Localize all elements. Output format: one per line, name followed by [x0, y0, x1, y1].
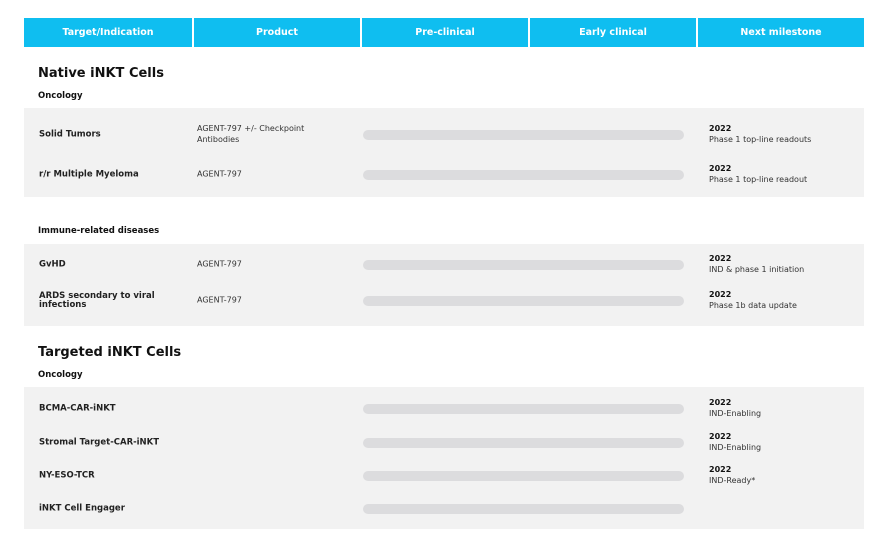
- row-target: Stromal Target-CAR-iNKT: [39, 437, 160, 448]
- row-milestone: 2022 Phase 1 top-line readout: [709, 164, 859, 186]
- row-product: AGENT-797: [197, 259, 242, 269]
- pipeline-row: r/r Multiple Myeloma AGENT-797 2022 Phas…: [24, 160, 864, 190]
- milestone-text: IND-Ready*: [709, 476, 756, 485]
- row-milestone: 2022 IND-Ready*: [709, 465, 859, 487]
- row-product: AGENT-797: [197, 295, 242, 305]
- row-target: ARDS secondary to viral infections: [39, 291, 155, 310]
- milestone-year: 2022: [709, 432, 732, 442]
- group-label-oncology: Oncology: [38, 91, 83, 101]
- group-label-oncology: Oncology: [38, 370, 83, 380]
- row-product: AGENT-797 +/- Checkpoint Antibodies: [197, 124, 305, 144]
- milestone-text: Phase 1b data update: [709, 301, 797, 310]
- milestone-text: Phase 1 top-line readouts: [709, 135, 812, 144]
- milestone-text: IND-Enabling: [709, 409, 762, 418]
- milestone-year: 2022: [709, 398, 732, 408]
- row-target: iNKT Cell Engager: [39, 503, 125, 514]
- pipeline-row: iNKT Cell Engager: [24, 494, 864, 524]
- row-milestone: 2022 IND-Enabling: [709, 432, 859, 454]
- row-product: AGENT-797: [197, 169, 242, 179]
- row-target: GvHD: [39, 259, 66, 270]
- table-header: Target/Indication Product Pre-clinical E…: [24, 18, 864, 47]
- milestone-year: 2022: [709, 290, 732, 300]
- pipeline-row: NY-ESO-TCR 2022 IND-Ready*: [24, 461, 864, 491]
- pipeline-row: Solid Tumors AGENT-797 +/- Checkpoint An…: [24, 120, 864, 150]
- header-target-indication: Target/Indication: [24, 18, 192, 47]
- row-milestone: 2022 Phase 1b data update: [709, 290, 859, 312]
- header-next-milestone: Next milestone: [696, 18, 864, 47]
- row-milestone: 2022 IND-Enabling: [709, 398, 859, 420]
- progress-bar: [363, 404, 684, 414]
- progress-bar: [363, 260, 684, 270]
- header-early-clinical: Early clinical: [528, 18, 696, 47]
- milestone-text: Phase 1 top-line readout: [709, 175, 808, 184]
- pipeline-row: BCMA-CAR-iNKT 2022 IND-Enabling: [24, 394, 864, 424]
- milestone-year: 2022: [709, 124, 732, 134]
- milestone-year: 2022: [709, 254, 732, 264]
- progress-bar: [363, 130, 684, 140]
- row-milestone: 2022 Phase 1 top-line readouts: [709, 124, 859, 146]
- milestone-year: 2022: [709, 465, 732, 475]
- milestone-year: 2022: [709, 164, 732, 174]
- row-target: NY-ESO-TCR: [39, 470, 95, 481]
- progress-bar: [363, 438, 684, 448]
- progress-bar: [363, 471, 684, 481]
- pipeline-row: GvHD AGENT-797 2022 IND & phase 1 initia…: [24, 250, 864, 280]
- section-title-targeted: Targeted iNKT Cells: [38, 345, 182, 360]
- section-title-native: Native iNKT Cells: [38, 66, 164, 81]
- milestone-text: IND & phase 1 initiation: [709, 265, 805, 274]
- progress-bar: [363, 170, 684, 180]
- header-product: Product: [192, 18, 360, 47]
- milestone-text: IND-Enabling: [709, 443, 762, 452]
- pipeline-row: Stromal Target-CAR-iNKT 2022 IND-Enablin…: [24, 428, 864, 458]
- row-target: Solid Tumors: [39, 129, 101, 140]
- row-milestone: 2022 IND & phase 1 initiation: [709, 254, 859, 276]
- pipeline-row: ARDS secondary to viral infections AGENT…: [24, 286, 864, 316]
- header-pre-clinical: Pre-clinical: [360, 18, 528, 47]
- row-target: r/r Multiple Myeloma: [39, 169, 139, 180]
- row-target: BCMA-CAR-iNKT: [39, 403, 116, 414]
- progress-bar: [363, 296, 684, 306]
- progress-bar: [363, 504, 684, 514]
- group-label-immune: Immune-related diseases: [38, 226, 160, 236]
